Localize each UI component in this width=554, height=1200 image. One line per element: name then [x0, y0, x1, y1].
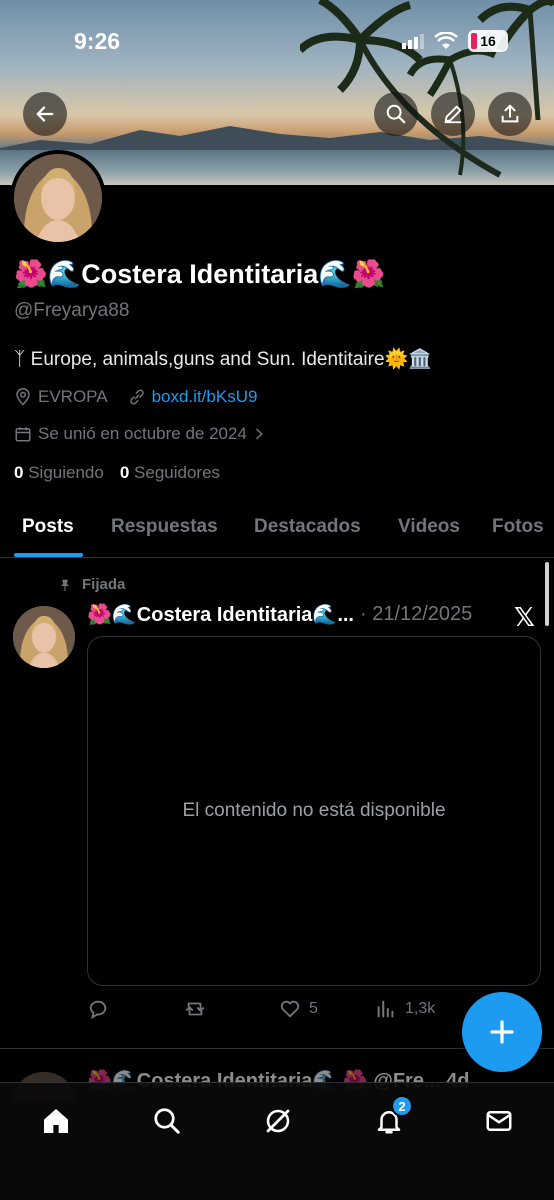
nav-search[interactable] — [147, 1101, 187, 1141]
battery-icon: 16 — [468, 30, 508, 52]
scrollbar[interactable] — [545, 562, 549, 626]
location-pin-icon — [16, 388, 30, 406]
share-button[interactable] — [488, 92, 532, 136]
home-icon — [44, 1109, 68, 1133]
signal-icon — [402, 34, 424, 49]
chevron-right-icon — [256, 428, 263, 440]
following-link[interactable]: 0 Siguiendo — [14, 463, 104, 483]
search-button[interactable] — [374, 92, 418, 136]
post-author-name[interactable]: 🌺🌊Costera Identitaria🌊... — [87, 602, 354, 627]
profile-meta-joined[interactable]: Se unió en octubre de 2024 — [14, 424, 273, 444]
heart-icon — [280, 1000, 300, 1018]
reply-button[interactable] — [87, 998, 109, 1020]
search-icon — [154, 1108, 180, 1134]
search-icon — [386, 104, 406, 124]
followers-count: 0 — [119, 463, 130, 482]
tab-posts[interactable]: Posts — [22, 516, 74, 538]
tab-respuestas[interactable]: Respuestas — [111, 516, 218, 538]
repost-button[interactable] — [183, 998, 207, 1020]
profile-location: EVROPA — [38, 387, 108, 406]
nav-home[interactable] — [36, 1101, 76, 1141]
avatar-portrait — [14, 154, 102, 242]
profile-tabs: Posts Respuestas Destacados Videos Fotos — [0, 500, 554, 558]
profile-name: 🌺🌊Costera Identitaria🌊🌺 — [14, 259, 386, 289]
tab-videos[interactable]: Videos — [398, 516, 460, 538]
views-button[interactable]: 1,3k — [375, 998, 435, 1020]
compose-post-button[interactable] — [462, 992, 542, 1072]
link-icon — [129, 389, 144, 405]
post-date: · 21/12/2025 — [359, 603, 473, 625]
active-tab-indicator — [14, 553, 83, 557]
views-count: 1,3k — [405, 1000, 436, 1017]
pin-icon — [60, 579, 70, 591]
back-button[interactable] — [23, 92, 67, 136]
reply-icon — [89, 1000, 107, 1020]
grok-icon — [266, 1109, 290, 1133]
follow-counts: 0 Siguiendo 0 Seguidores — [14, 463, 220, 483]
calendar-icon — [15, 427, 31, 442]
profile-meta-location: EVROPA boxd.it/bKsU9 — [14, 387, 257, 407]
profile-bio: ᛉ Europe, animals,guns and Sun. Identita… — [14, 349, 432, 370]
tab-destacados[interactable]: Destacados — [254, 516, 361, 538]
following-label: Siguiendo — [28, 463, 104, 482]
status-time: 9:26 — [74, 28, 121, 54]
status-icons: 16 — [402, 30, 508, 52]
profile-avatar[interactable] — [10, 150, 106, 246]
profile-link[interactable]: boxd.it/bKsU9 — [152, 387, 258, 407]
followers-label: Seguidores — [134, 463, 221, 482]
nav-notifications[interactable]: 2 — [369, 1095, 413, 1141]
post-unavailable-card: El contenido no está disponible — [87, 636, 541, 986]
plus-icon — [490, 1020, 514, 1044]
edit-profile-button[interactable] — [431, 92, 475, 136]
battery-level: 16 — [480, 33, 496, 49]
notifications-badge: 2 — [391, 1095, 413, 1117]
followers-link[interactable]: 0 Seguidores — [120, 463, 220, 483]
pinned-indicator: Fijada — [58, 576, 125, 593]
following-count: 0 — [14, 463, 24, 482]
arrow-left-icon — [36, 106, 54, 122]
x-logo-icon: 𝕏 — [514, 602, 535, 632]
avatar-portrait — [13, 606, 75, 668]
unavailable-text: El contenido no está disponible — [182, 800, 446, 821]
pinned-label: Fijada — [82, 576, 126, 593]
like-count: 5 — [309, 1000, 318, 1017]
profile-joined: Se unió en octubre de 2024 — [38, 424, 247, 443]
wifi-icon — [434, 32, 458, 49]
tab-fotos[interactable]: Fotos — [492, 516, 544, 538]
profile-handle: @Freyarya88 — [14, 300, 130, 321]
post-header[interactable]: 🌺🌊Costera Identitaria🌊... · 21/12/2025 — [87, 602, 472, 627]
share-icon — [501, 104, 519, 123]
post-author-avatar[interactable] — [13, 606, 75, 668]
nav-messages[interactable] — [479, 1101, 519, 1141]
like-button[interactable]: 5 — [279, 998, 318, 1020]
mail-icon — [486, 1111, 512, 1131]
repost-icon — [185, 1002, 205, 1016]
views-chart-icon — [377, 1000, 394, 1018]
pencil-icon — [444, 105, 462, 124]
nav-grok[interactable] — [258, 1101, 298, 1141]
status-bar: 9:26 16 — [0, 0, 554, 80]
bottom-navigation: 2 — [0, 1082, 554, 1200]
